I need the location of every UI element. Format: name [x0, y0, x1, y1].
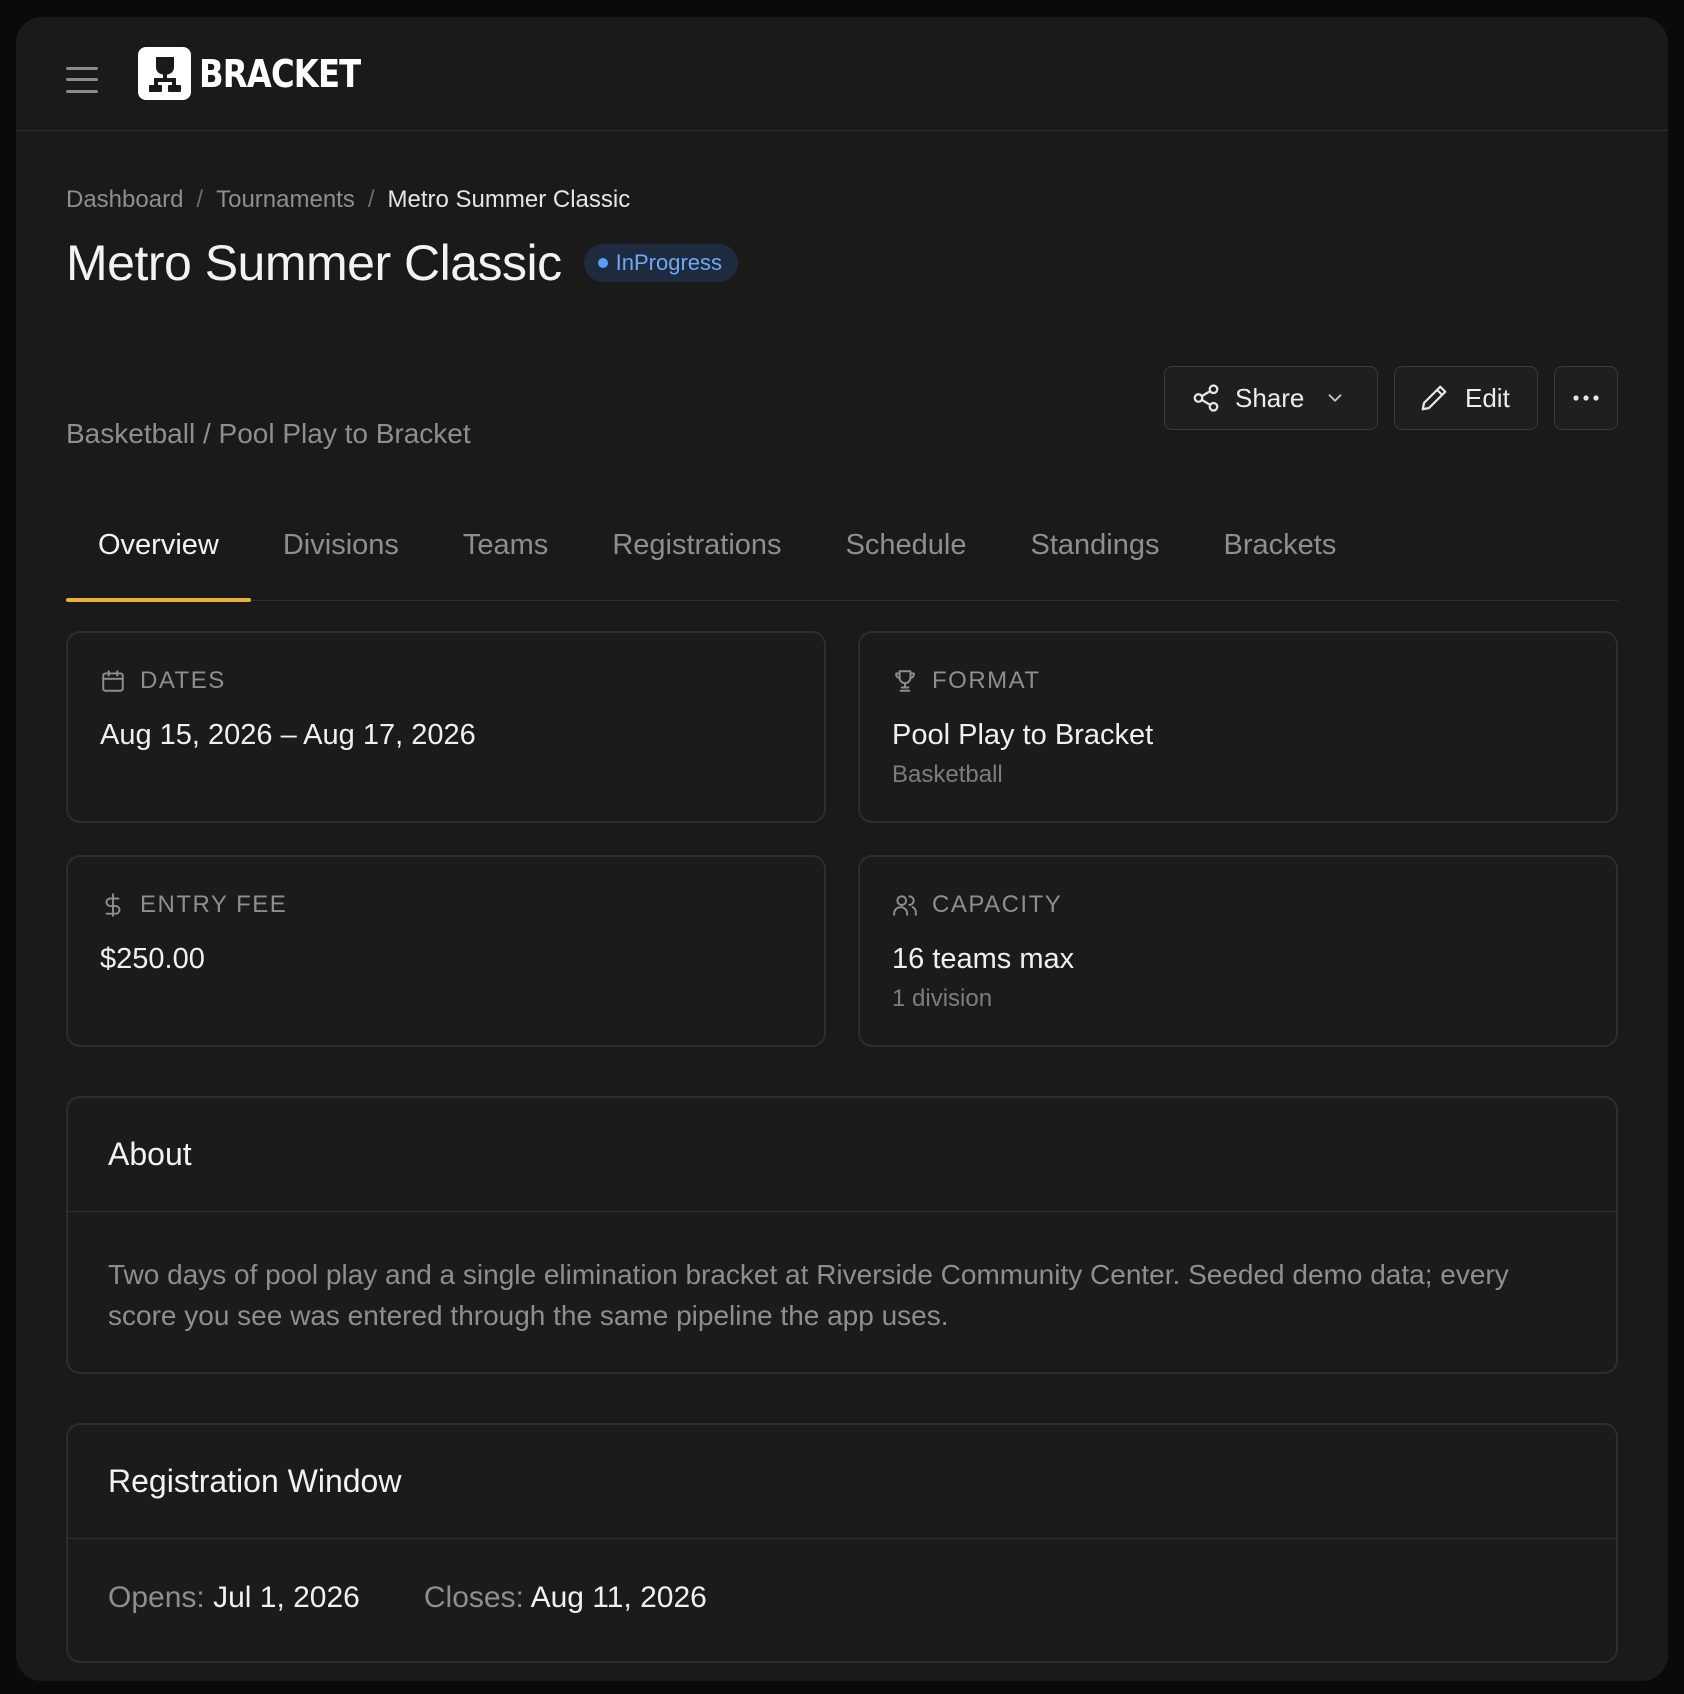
status-dot-icon [597, 258, 608, 268]
format-sub: Basketball [892, 761, 1003, 788]
capacity-value: 16 teams max [892, 943, 1075, 975]
tab-standings[interactable]: Standings [999, 509, 1192, 601]
more-options-button[interactable] [1554, 366, 1618, 430]
about-card: About Two days of pool play and a single… [66, 1096, 1618, 1374]
registration-dates-row: Opens: Jul 1, 2026 Closes: Aug 11, 2026 [68, 1539, 1616, 1657]
format-card: FORMAT Pool Play to Bracket Basketball [858, 631, 1618, 823]
page-title: Metro Summer Classic [66, 235, 562, 291]
pencil-icon [1421, 385, 1447, 411]
closes-label: Closes: [423, 1581, 524, 1614]
bracket-logo-icon [138, 47, 191, 100]
capacity-card: CAPACITY 16 teams max 1 division [858, 855, 1618, 1047]
calendar-icon [102, 670, 124, 692]
opens-label: Opens: [108, 1581, 205, 1614]
brand[interactable]: BRACKET [138, 47, 389, 100]
tab-overview[interactable]: Overview [66, 509, 251, 602]
dates-label-row: DATES [100, 667, 226, 695]
dates-value: Aug 15, 2026 – Aug 17, 2026 [100, 719, 476, 751]
chevron-down-icon [1328, 394, 1342, 402]
tab-brackets[interactable]: Brackets [1192, 509, 1369, 601]
entry-fee-label-row: ENTRY FEE [100, 891, 287, 919]
tab-schedule[interactable]: Schedule [814, 509, 999, 601]
capacity-label: CAPACITY [932, 891, 1063, 918]
breadcrumb: Dashboard / Tournaments / Metro Summer C… [66, 186, 630, 214]
tab-divisions[interactable]: Divisions [251, 509, 431, 601]
edit-label: Edit [1465, 382, 1510, 413]
breadcrumb-dashboard[interactable]: Dashboard [66, 186, 183, 214]
about-text: Two days of pool play and a single elimi… [108, 1259, 1509, 1331]
share-icon [1193, 384, 1219, 412]
format-value: Pool Play to Bracket [892, 719, 1154, 751]
dates-label: DATES [140, 667, 226, 694]
format-label: FORMAT [932, 667, 1041, 694]
breadcrumb-separator: / [196, 186, 204, 213]
users-icon [893, 895, 917, 916]
trophy-icon [895, 670, 915, 692]
capacity-label-row: CAPACITY [892, 891, 1062, 919]
edit-button[interactable]: Edit [1394, 366, 1538, 430]
about-heading: About [68, 1098, 1616, 1212]
tab-teams[interactable]: Teams [431, 509, 580, 601]
app-window: BRACKET Dashboard / Tournaments / Metro … [16, 17, 1668, 1681]
tab-bar: Overview Divisions Teams Registrations S… [66, 509, 1618, 602]
dollar-icon [105, 893, 121, 917]
breadcrumb-current: Metro Summer Classic [387, 186, 631, 213]
closes-value: Aug 11, 2026 [530, 1581, 707, 1614]
top-bar: BRACKET [16, 17, 1668, 131]
hamburger-menu-icon[interactable] [66, 66, 98, 93]
opens-value: Jul 1, 2026 [213, 1581, 360, 1614]
entry-fee-label: ENTRY FEE [140, 891, 288, 918]
entry-fee-value: $250.00 [100, 943, 205, 975]
capacity-sub: 1 division [892, 985, 993, 1012]
closes-field: Closes: Aug 11, 2026 [424, 1581, 707, 1615]
tab-registrations[interactable]: Registrations [580, 509, 813, 601]
registration-window-card: Registration Window Opens: Jul 1, 2026 C… [66, 1423, 1618, 1663]
status-text: InProgress [615, 250, 723, 275]
title-row: Metro Summer Classic InProgress [66, 234, 739, 292]
format-label-row: FORMAT [892, 667, 1041, 695]
entry-fee-card: ENTRY FEE $250.00 [66, 855, 826, 1047]
dates-card: DATES Aug 15, 2026 – Aug 17, 2026 [66, 631, 826, 823]
share-button[interactable]: Share [1164, 366, 1378, 430]
more-horizontal-icon [1573, 395, 1599, 401]
page-subtitle: Basketball / Pool Play to Bracket [66, 418, 471, 449]
status-badge: InProgress [583, 244, 739, 282]
header-actions: Share Edit [1164, 366, 1618, 430]
breadcrumb-tournaments[interactable]: Tournaments [216, 186, 355, 214]
brand-name: BRACKET [199, 51, 361, 96]
share-label: Share [1235, 382, 1305, 413]
registration-heading: Registration Window [68, 1425, 1616, 1539]
breadcrumb-separator: / [367, 186, 375, 213]
opens-field: Opens: Jul 1, 2026 [108, 1581, 360, 1615]
